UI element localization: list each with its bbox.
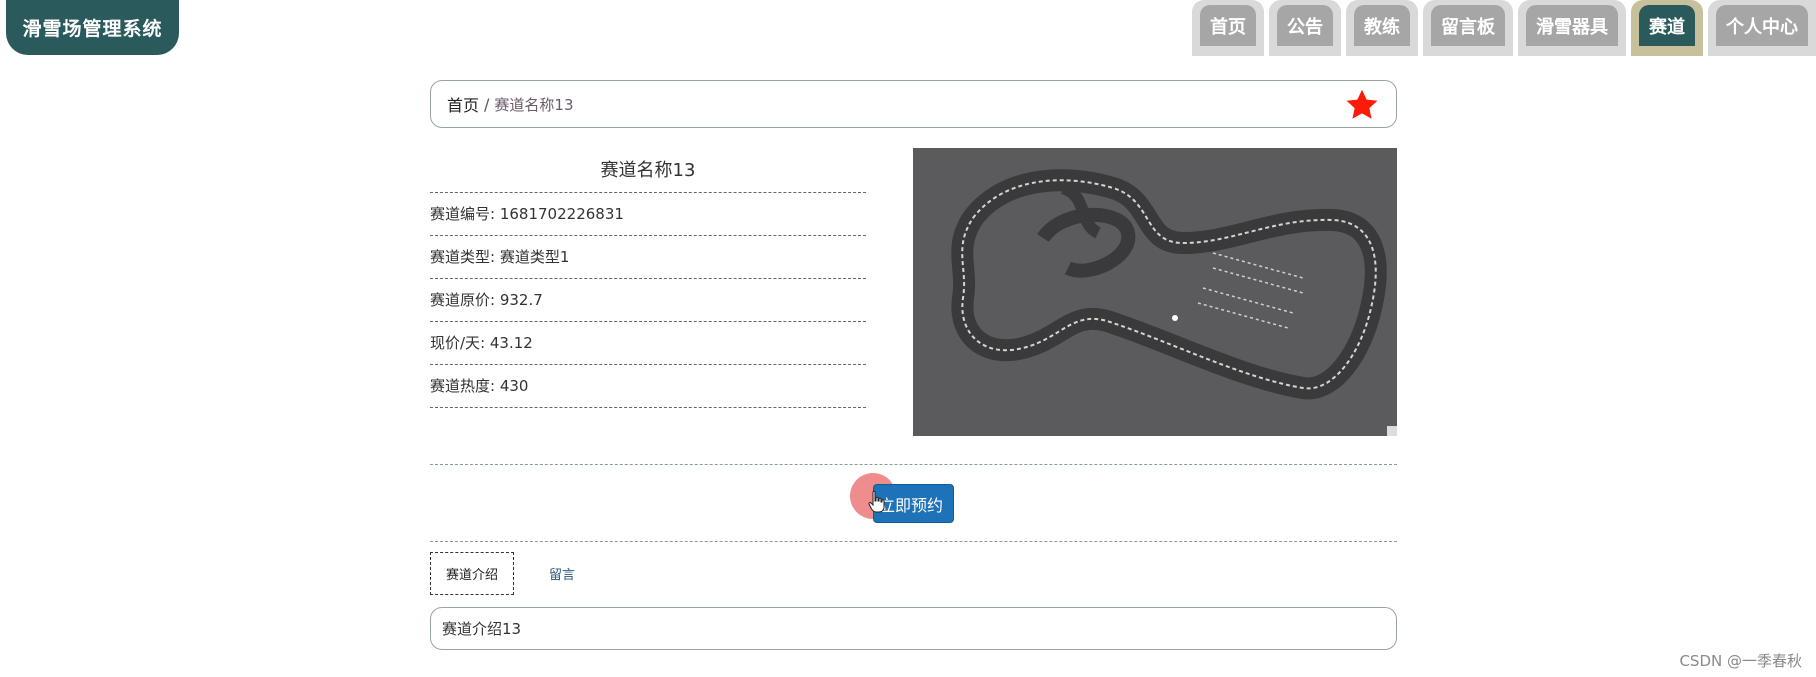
field-track-type: 赛道类型: 赛道类型1 [430,236,866,279]
breadcrumb-current: 赛道名称13 [494,95,574,114]
breadcrumb: 首页 / 赛道名称13 [430,80,1397,128]
nav-item-profile[interactable]: 个人中心 [1708,0,1816,56]
field-value: 430 [499,377,529,395]
star-icon[interactable] [1344,87,1380,123]
section-divider [430,541,1397,542]
field-value: 赛道类型1 [499,248,570,266]
nav-item-ski-equipment[interactable]: 滑雪器具 [1518,0,1626,56]
track-info: 赛道名称13 赛道编号: 1681702226831 赛道类型: 赛道类型1 赛… [430,148,866,408]
tab-comments[interactable]: 留言 [534,552,590,595]
field-label: 现价/天 [430,334,481,352]
field-track-number: 赛道编号: 1681702226831 [430,193,866,236]
field-label: 赛道原价 [430,291,491,309]
track-illustration [913,148,1397,436]
nav-item-message-board[interactable]: 留言板 [1423,0,1513,56]
field-original-price: 赛道原价: 932.7 [430,279,866,322]
track-name: 赛道名称13 [430,148,866,193]
watermark: CSDN @一季春秋 [1679,652,1802,670]
nav-item-label: 公告 [1277,5,1333,46]
tab-track-intro[interactable]: 赛道介绍 [430,552,515,595]
nav-item-label: 个人中心 [1716,5,1808,46]
field-label: 赛道编号 [430,205,491,223]
field-label: 赛道热度 [430,377,491,395]
nav-item-tracks[interactable]: 赛道 [1631,0,1703,56]
field-popularity: 赛道热度: 430 [430,365,866,408]
app-title: 滑雪场管理系统 [6,0,179,55]
section-divider [430,464,1397,465]
nav-item-label: 首页 [1200,5,1256,46]
nav-item-label: 赛道 [1639,5,1695,46]
field-value: 43.12 [489,334,533,352]
field-value: 1681702226831 [499,205,624,223]
nav-item-home[interactable]: 首页 [1192,0,1264,56]
top-nav: 首页 公告 教练 留言板 滑雪器具 赛道 个人中心 [1192,0,1816,56]
nav-item-label: 滑雪器具 [1526,5,1618,46]
detail-tabs: 赛道介绍 留言 [430,552,590,595]
breadcrumb-separator: / [484,94,490,114]
nav-item-label: 教练 [1354,5,1410,46]
nav-item-label: 留言板 [1431,5,1505,46]
hand-cursor-icon [868,490,885,513]
breadcrumb-home-link[interactable]: 首页 [447,92,479,116]
field-label: 赛道类型 [430,248,491,266]
nav-item-announcements[interactable]: 公告 [1269,0,1341,56]
track-description: 赛道介绍13 [430,607,1397,650]
field-current-price: 现价/天: 43.12 [430,322,866,365]
track-image [913,148,1397,436]
field-value: 932.7 [499,291,543,309]
nav-item-coaches[interactable]: 教练 [1346,0,1418,56]
